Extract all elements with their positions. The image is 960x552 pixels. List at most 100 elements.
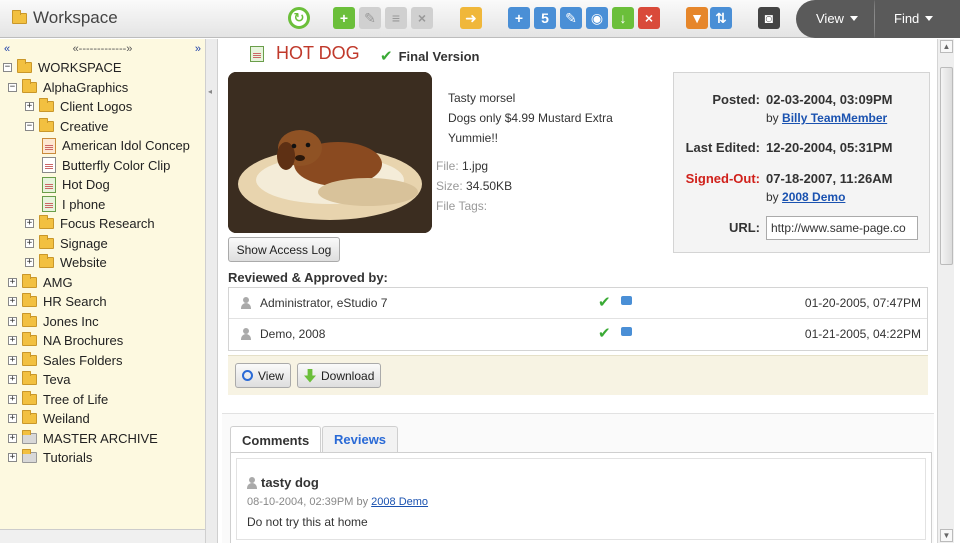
expand-icon[interactable]: + <box>8 316 17 326</box>
posted-by-link[interactable]: Billy TeamMember <box>782 111 887 125</box>
expand-icon[interactable]: + <box>8 433 17 443</box>
signed-out-label: Signed-Out: <box>685 171 760 186</box>
expand-icon[interactable]: + <box>8 414 17 424</box>
collapse-left-button[interactable]: « <box>4 43 10 55</box>
edit-icon[interactable]: ✎ <box>560 7 582 29</box>
scrollbar-thumb[interactable] <box>940 67 953 265</box>
comment-author-link[interactable]: 2008 Demo <box>371 496 428 508</box>
expand-icon[interactable]: + <box>8 297 17 307</box>
tree-node[interactable]: Butterfly Color Clip <box>0 156 205 176</box>
tree-node[interactable]: + NA Brochures <box>0 331 205 351</box>
expand-icon[interactable]: + <box>25 102 34 112</box>
edit-file-icon[interactable]: ✎ <box>359 7 381 29</box>
collapse-icon[interactable]: − <box>8 82 17 92</box>
chevron-down-icon <box>849 16 858 21</box>
tree-node[interactable]: + MASTER ARCHIVE <box>0 429 205 449</box>
view-menu-button[interactable]: View <box>816 11 858 26</box>
tree-node[interactable]: + Sales Folders <box>0 351 205 371</box>
tree-node[interactable]: + Signage <box>0 234 205 254</box>
view-menu-label: View <box>816 11 844 26</box>
folder-tree: − WORKSPACE − AlphaGraphics + Client Logos − Cr… <box>0 58 205 468</box>
show-access-log-button[interactable]: Show Access Log <box>228 237 340 262</box>
tree-node[interactable]: + Focus Research <box>0 214 205 234</box>
add-five-icon[interactable]: 5 <box>534 7 556 29</box>
scroll-up-arrow-icon[interactable]: ▲ <box>940 40 953 53</box>
expand-icon[interactable]: + <box>8 355 17 365</box>
tree-node[interactable]: − Creative <box>0 117 205 137</box>
tree-node[interactable]: Hot Dog <box>0 175 205 195</box>
review-date: 01-20-2005, 07:47PM <box>804 296 921 310</box>
tab-comments[interactable]: Comments <box>230 426 322 453</box>
expand-icon[interactable]: + <box>25 219 34 229</box>
add-file-icon[interactable]: + <box>333 7 355 29</box>
comments-panel: tasty dog 08-10-2004, 02:39PM by 2008 De… <box>230 452 932 543</box>
tree-node[interactable]: American Idol Concep <box>0 136 205 156</box>
expand-icon[interactable]: + <box>8 453 17 463</box>
review-date: 01-21-2005, 04:22PM <box>804 327 921 341</box>
delete-file-icon[interactable]: × <box>411 7 433 29</box>
pane-splitter[interactable]: ◂ <box>206 39 218 543</box>
sidebar-resize-bar[interactable]: «-------------» <box>73 43 133 55</box>
expand-icon[interactable]: + <box>8 336 17 346</box>
splitter-grip-icon[interactable]: ◂ <box>208 87 212 96</box>
folder-icon <box>22 332 37 347</box>
version-status: ✔ Final Version <box>380 47 480 65</box>
tree-node[interactable]: − AlphaGraphics <box>0 78 205 98</box>
move-icon[interactable]: ➜ <box>460 7 482 29</box>
download-icon[interactable]: ↓ <box>612 7 634 29</box>
find-menu-button[interactable]: Find <box>894 11 934 26</box>
url-field[interactable] <box>766 216 918 240</box>
tree-node[interactable]: + Website <box>0 253 205 273</box>
posted-by: by Billy TeamMember <box>766 111 887 125</box>
filter-icon[interactable]: ▼ <box>686 7 708 29</box>
expand-icon[interactable]: + <box>8 394 17 404</box>
expand-icon[interactable]: + <box>8 277 17 287</box>
main-vertical-scrollbar[interactable]: ▲ ▼ <box>937 39 954 543</box>
scroll-down-arrow-icon[interactable]: ▼ <box>940 529 953 542</box>
tree-node[interactable]: + Tree of Life <box>0 390 205 410</box>
comment-bubble-icon[interactable] <box>621 296 632 305</box>
comment-bubble-icon[interactable] <box>621 327 632 336</box>
view-button[interactable]: View <box>235 363 291 388</box>
posted-label: Posted: <box>712 92 760 107</box>
expand-icon[interactable]: + <box>25 258 34 268</box>
preview-icon[interactable]: ◉ <box>586 7 608 29</box>
download-button[interactable]: Download <box>297 363 382 388</box>
sidebar-horizontal-scrollbar[interactable] <box>0 529 205 543</box>
tree-node[interactable]: + Weiland <box>0 409 205 429</box>
person-icon <box>247 476 257 489</box>
collapse-right-button[interactable]: » <box>195 43 201 55</box>
expand-icon[interactable]: + <box>25 238 34 248</box>
comments-reviews-section: Comments Reviews tasty dog 08-10-2004, 0… <box>222 413 934 543</box>
tree-node[interactable]: + Client Logos <box>0 97 205 117</box>
tree-node[interactable]: − WORKSPACE <box>0 58 205 78</box>
collapse-icon[interactable]: − <box>3 63 12 73</box>
signed-by-link[interactable]: 2008 Demo <box>782 190 845 204</box>
add-icon[interactable]: + <box>508 7 530 29</box>
properties-icon[interactable]: ≡ <box>385 7 407 29</box>
document-thumbnail[interactable] <box>228 72 432 233</box>
find-menu-label: Find <box>894 11 920 26</box>
refresh-icon[interactable]: ↻ <box>288 7 310 29</box>
sort-icon[interactable]: ⇅ <box>710 7 732 29</box>
folder-icon <box>22 78 37 93</box>
tree-node[interactable]: + Jones Inc <box>0 312 205 332</box>
approved-check-icon: ✔ <box>598 294 611 311</box>
last-edited-label: Last Edited: <box>685 140 760 155</box>
collapse-icon[interactable]: − <box>25 121 34 131</box>
tree-node[interactable]: + Teva <box>0 370 205 390</box>
tree-node[interactable]: + HR Search <box>0 292 205 312</box>
tree-node[interactable]: + AMG <box>0 273 205 293</box>
tree-node[interactable]: I phone <box>0 195 205 215</box>
folder-icon <box>17 59 32 74</box>
workspace-title: Workspace <box>12 8 118 28</box>
tree-node[interactable]: + Tutorials <box>0 448 205 468</box>
description-line: Tasty morsel <box>448 91 516 105</box>
version-status-label: Final Version <box>398 48 480 64</box>
signed-out-date: 07-18-2007, 11:26AM <box>766 171 893 186</box>
expand-icon[interactable]: + <box>8 375 17 385</box>
camera-icon[interactable]: ◙ <box>758 7 780 29</box>
delete-icon[interactable]: × <box>638 7 660 29</box>
tree-node-label: Butterfly Color Clip <box>62 157 171 173</box>
tab-reviews[interactable]: Reviews <box>322 426 399 452</box>
